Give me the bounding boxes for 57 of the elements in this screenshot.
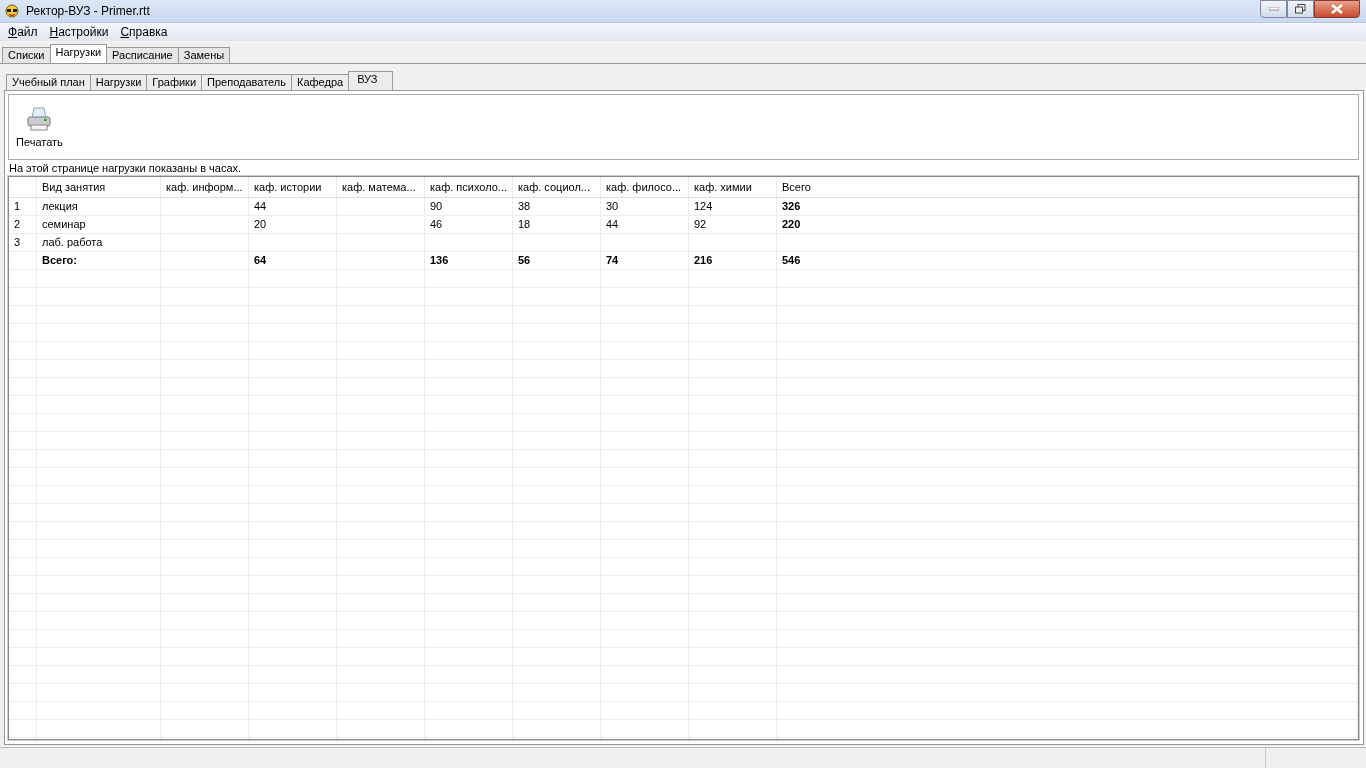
table-cell: 546 — [777, 252, 1358, 269]
window-title: Ректор-ВУЗ - Primer.rtt — [26, 4, 150, 18]
tab[interactable]: ВУЗ — [348, 71, 393, 90]
column-header[interactable]: Всего — [777, 177, 1358, 197]
column-header[interactable]: каф. химии — [689, 177, 777, 197]
tab[interactable]: Замены — [177, 47, 231, 63]
menu-item[interactable]: Справка — [114, 25, 174, 39]
table-cell: 220 — [777, 216, 1358, 233]
table-cell: 44 — [601, 216, 689, 233]
table-cell: лекция — [37, 198, 161, 215]
column-header[interactable]: каф. матема... — [337, 177, 425, 197]
table-cell: 30 — [601, 198, 689, 215]
table-cell: 136 — [425, 252, 513, 269]
row-number: 3 — [9, 234, 37, 251]
minimize-icon — [1268, 7, 1279, 11]
table-cell: 90 — [425, 198, 513, 215]
tab[interactable]: Кафедра — [291, 74, 350, 90]
close-icon — [1331, 4, 1343, 14]
table-cell: 18 — [513, 216, 601, 233]
table-cell: 92 — [689, 216, 777, 233]
menu-item[interactable]: Настройки — [43, 25, 115, 39]
table-cell: 46 — [425, 216, 513, 233]
maximize-button[interactable] — [1287, 0, 1314, 18]
print-button[interactable]: Печатать — [13, 104, 66, 150]
table-cell: семинар — [37, 216, 161, 233]
row-number: 1 — [9, 198, 37, 215]
table-cell: 38 — [513, 198, 601, 215]
printer-icon — [26, 106, 53, 132]
menu-item[interactable]: Файл — [2, 25, 44, 39]
tab[interactable]: Графики — [146, 74, 203, 90]
column-header[interactable]: каф. истории — [249, 177, 337, 197]
tab[interactable]: Учебный план — [6, 74, 91, 90]
tab[interactable]: Нагрузки — [89, 74, 148, 90]
table-cell: 216 — [689, 252, 777, 269]
tab[interactable]: Расписание — [106, 47, 179, 63]
column-header[interactable]: каф. информ... — [161, 177, 249, 197]
table-cell: 64 — [249, 252, 337, 269]
table-cell: 56 — [513, 252, 601, 269]
column-header[interactable]: каф. социол... — [513, 177, 601, 197]
table-cell: Всего: — [37, 252, 161, 269]
table-cell: 326 — [777, 198, 1358, 215]
restore-icon — [1295, 4, 1306, 14]
table-cell: 20 — [249, 216, 337, 233]
tab[interactable]: Списки — [2, 47, 51, 63]
table-cell: 74 — [601, 252, 689, 269]
column-header[interactable]: каф. филосо... — [601, 177, 689, 197]
tab[interactable]: Преподаватель — [201, 74, 292, 90]
column-header[interactable]: Вид занятия — [37, 177, 161, 197]
row-number: 2 — [9, 216, 37, 233]
table-cell: 124 — [689, 198, 777, 215]
table-cell: 44 — [249, 198, 337, 215]
close-button[interactable] — [1314, 0, 1360, 18]
table-cell: лаб. работа — [37, 234, 161, 251]
tab[interactable]: Нагрузки — [49, 44, 108, 63]
info-text: На этой странице нагрузки показаны в часах. — [8, 161, 243, 176]
column-header[interactable]: каф. психоло... — [425, 177, 513, 197]
cartoon-face-icon — [4, 3, 20, 19]
